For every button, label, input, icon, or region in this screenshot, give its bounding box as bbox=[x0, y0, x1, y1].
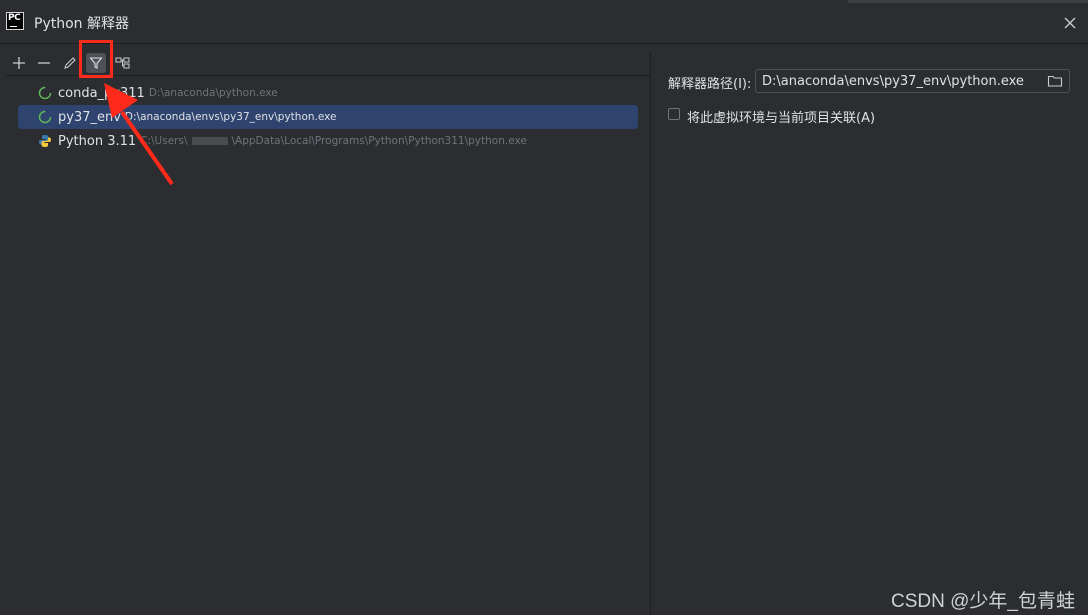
conda-spinner-icon bbox=[38, 86, 52, 100]
interpreter-row-python-311[interactable]: Python 3.11 C:\Users\ \AppData\Local\Prog… bbox=[18, 129, 638, 153]
edit-interpreter-button[interactable] bbox=[60, 53, 80, 73]
interpreter-list: conda_py311 D:\anaconda\python.exe py37_… bbox=[18, 81, 638, 153]
interpreter-path-field[interactable]: D:\anaconda\envs\py37_env\python.exe bbox=[755, 69, 1070, 93]
tree-icon bbox=[115, 57, 130, 69]
path-prefix: C:\Users\ bbox=[140, 135, 188, 147]
interpreter-row-py37-env[interactable]: py37_env D:\anaconda\envs\py37_env\pytho… bbox=[18, 105, 638, 129]
interpreter-name: conda_py311 bbox=[58, 85, 145, 101]
interpreter-path: C:\Users\ \AppData\Local\Programs\Python\… bbox=[140, 135, 527, 147]
python-logo-icon bbox=[39, 135, 51, 147]
interpreter-name: py37_env bbox=[58, 109, 121, 125]
interpreter-path: D:\anaconda\envs\py37_env\python.exe bbox=[124, 111, 337, 123]
logo-text: PC bbox=[8, 13, 21, 23]
remove-interpreter-button[interactable] bbox=[34, 53, 54, 73]
list-toolbar bbox=[6, 52, 650, 76]
interpreter-row-conda-py311[interactable]: conda_py311 D:\anaconda\python.exe bbox=[18, 81, 638, 105]
interpreter-path: D:\anaconda\python.exe bbox=[148, 87, 278, 99]
interpreter-path-label: 解释器路径(I): bbox=[668, 77, 752, 92]
associate-env-checkbox[interactable] bbox=[668, 108, 680, 120]
title-bar-edge bbox=[848, 0, 1088, 3]
interpreter-path-value: D:\anaconda\envs\py37_env\python.exe bbox=[762, 74, 1024, 89]
associate-env-label: 将此虚拟环境与当前项目关联(A) bbox=[687, 111, 876, 126]
interpreter-name: Python 3.11 bbox=[58, 133, 137, 149]
minus-icon bbox=[38, 62, 50, 64]
filter-button[interactable] bbox=[86, 53, 106, 73]
title-bar: PC Python 解释器 bbox=[0, 0, 1088, 44]
folder-icon[interactable] bbox=[1047, 74, 1063, 88]
filter-icon bbox=[89, 57, 103, 69]
window-title: Python 解释器 bbox=[34, 16, 129, 32]
watermark: CSDN @少年_包青蛙 bbox=[891, 591, 1075, 612]
pencil-icon bbox=[64, 57, 76, 69]
add-interpreter-button[interactable] bbox=[9, 53, 29, 73]
interpreter-list-panel: conda_py311 D:\anaconda\python.exe py37_… bbox=[6, 52, 650, 615]
show-paths-button[interactable] bbox=[113, 53, 133, 73]
redacted-username bbox=[191, 137, 228, 145]
conda-spinner-icon bbox=[38, 110, 52, 124]
interpreter-details-panel: 解释器路径(I): D:\anaconda\envs\py37_env\pyth… bbox=[651, 52, 1088, 615]
path-suffix: \AppData\Local\Programs\Python\Python311… bbox=[231, 135, 527, 147]
plus-icon bbox=[13, 57, 25, 69]
pycharm-logo-icon: PC bbox=[6, 12, 24, 30]
close-icon[interactable] bbox=[1063, 16, 1077, 30]
